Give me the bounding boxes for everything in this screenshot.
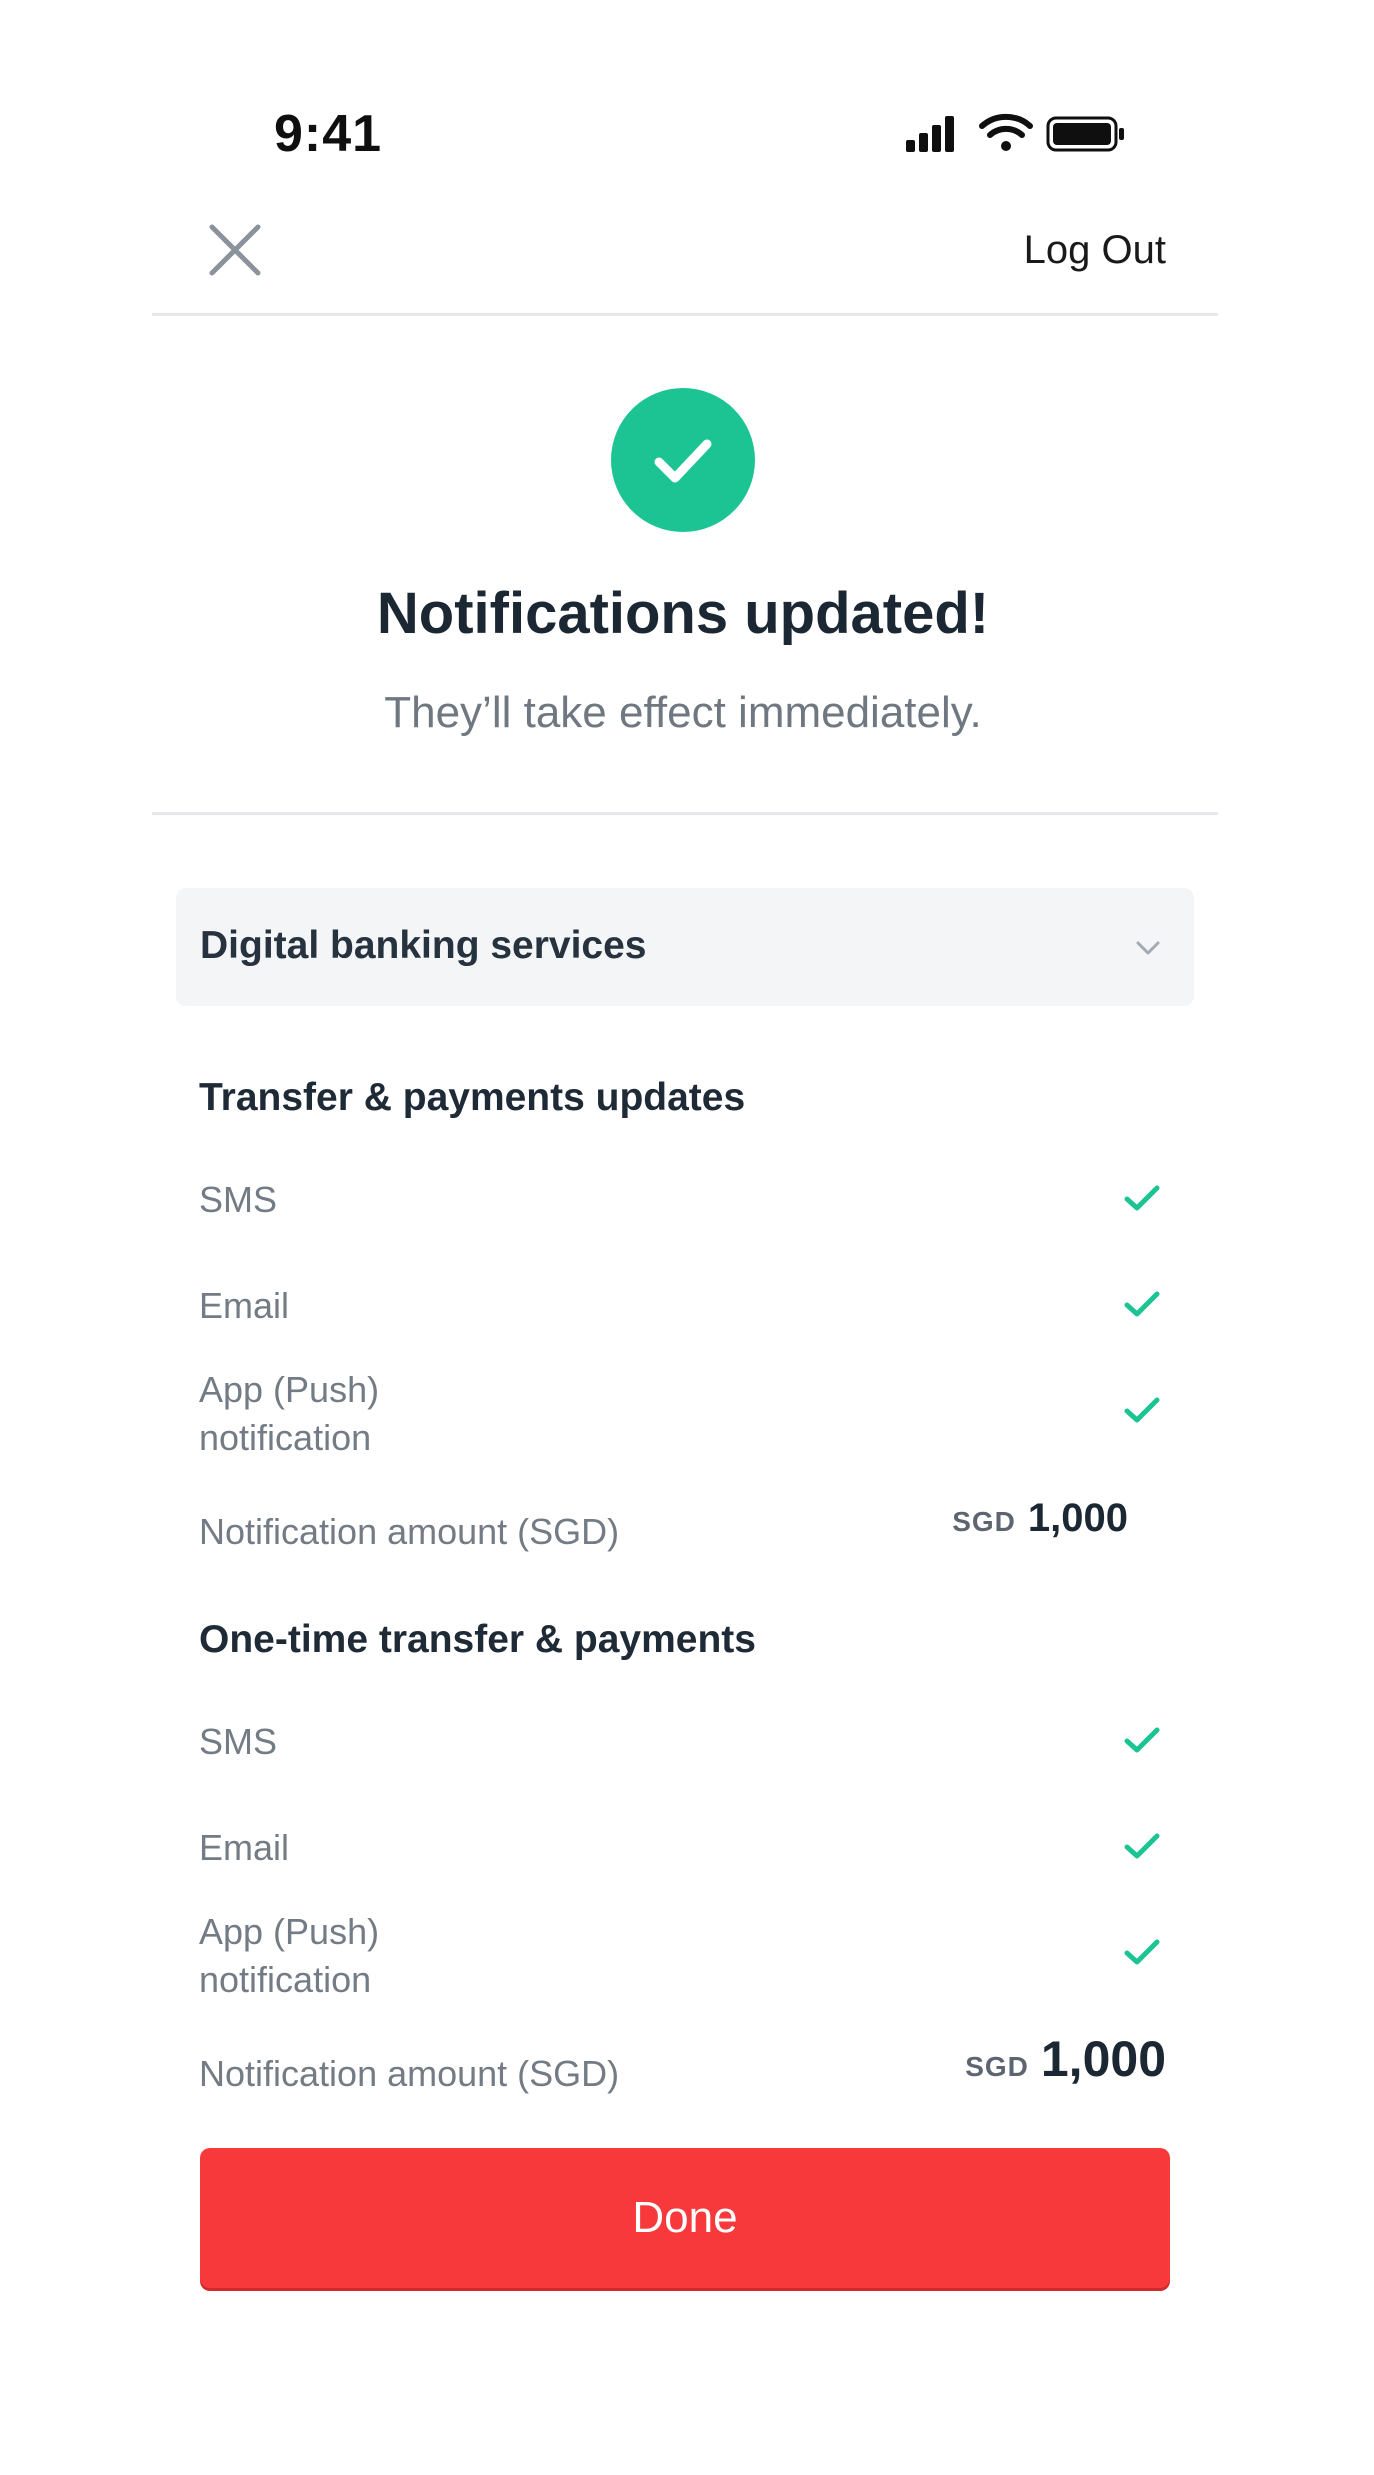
amount-value: 1,000 [1027, 1496, 1128, 1540]
cellular-signal-icon [906, 113, 1124, 152]
amount-value: 1,000 [1040, 2031, 1166, 2087]
push-label-line2: notification [199, 1417, 372, 1458]
sms-check-icon[interactable] [1122, 1724, 1162, 1756]
battery-icon [1046, 116, 1124, 152]
logout-link[interactable]: Log Out [1024, 228, 1166, 273]
email-label: Email [199, 1827, 290, 1868]
close-button[interactable] [200, 215, 270, 285]
section-title-one-time: One-time transfer & payments [199, 1618, 756, 1661]
email-check-icon[interactable] [1122, 1288, 1162, 1320]
notification-amount-value[interactable]: SGD 1,000 [965, 2030, 1166, 2088]
currency-label: SGD [952, 1506, 1016, 1537]
done-button[interactable]: Done [200, 2148, 1170, 2288]
sms-label: SMS [199, 1179, 278, 1220]
status-icons [900, 110, 1130, 156]
notification-amount-label: Notification amount (SGD) [199, 1511, 620, 1552]
sms-label: SMS [199, 1721, 278, 1762]
email-label: Email [199, 1285, 290, 1326]
currency-label: SGD [965, 2051, 1029, 2082]
push-label-line2: notification [199, 1959, 372, 2000]
sms-check-icon[interactable] [1122, 1182, 1162, 1214]
push-label-line1: App (Push) [199, 1369, 380, 1410]
check-icon [654, 439, 712, 483]
push-check-icon[interactable] [1122, 1936, 1162, 1968]
wifi-icon [979, 113, 1033, 151]
success-badge [611, 388, 755, 532]
section-title-transfer-updates: Transfer & payments updates [199, 1076, 746, 1119]
close-icon [209, 224, 261, 276]
push-check-icon[interactable] [1122, 1394, 1162, 1426]
chevron-down-icon [1136, 941, 1160, 955]
digital-banking-accordion[interactable]: Digital banking services [176, 888, 1194, 1006]
notification-amount-value[interactable]: SGD 1,000 [952, 1496, 1128, 1541]
email-check-icon[interactable] [1122, 1830, 1162, 1862]
notification-amount-label: Notification amount (SGD) [199, 2053, 620, 2094]
success-title: Notifications updated! [376, 581, 990, 646]
status-time: 9:41 [274, 105, 383, 163]
header-divider [152, 313, 1218, 316]
accordion-label: Digital banking services [200, 924, 647, 967]
push-label: App (Push) notification [199, 1908, 379, 2004]
success-subtitle: They’ll take effect immediately. [384, 688, 982, 737]
push-label-line1: App (Push) [199, 1911, 380, 1952]
push-label: App (Push) notification [199, 1366, 379, 1462]
section-divider [152, 812, 1218, 815]
